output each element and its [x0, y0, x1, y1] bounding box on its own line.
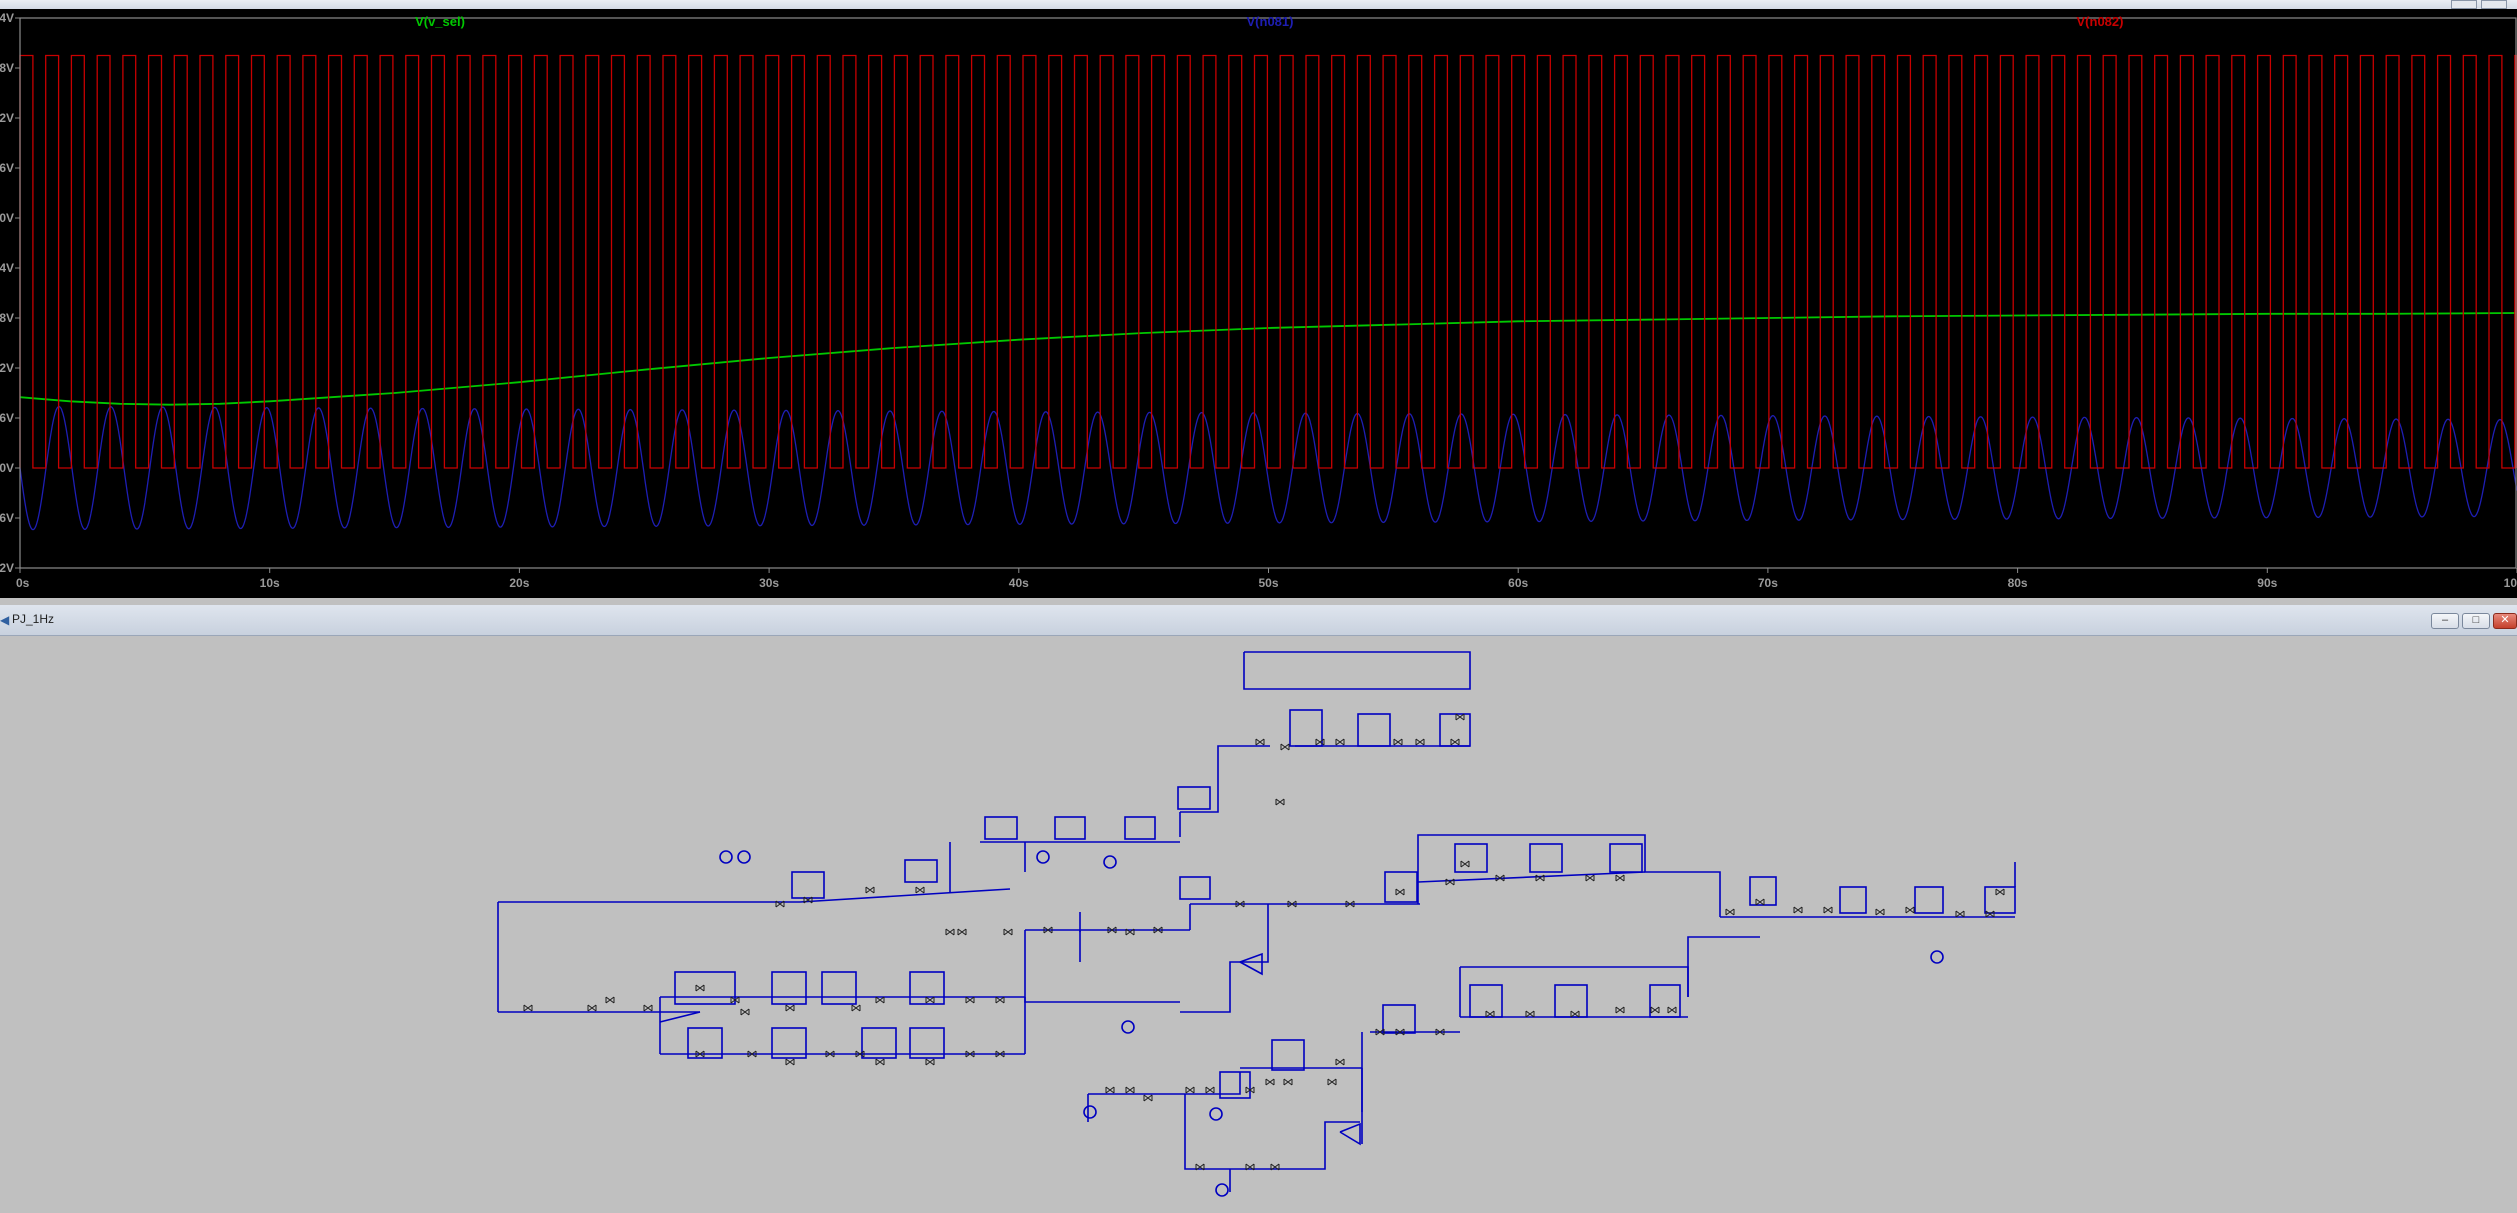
- component-glyph[interactable]: [945, 928, 955, 936]
- schematic-components: [523, 713, 2005, 1171]
- y-tick-label: 3.0V: [0, 211, 14, 225]
- component-glyph[interactable]: [865, 886, 875, 894]
- component-glyph[interactable]: [1460, 860, 1470, 868]
- legend-entry[interactable]: V(n081): [1247, 14, 1294, 29]
- component-glyph[interactable]: [925, 1058, 935, 1066]
- component-glyph[interactable]: [1280, 743, 1290, 751]
- component-glyph[interactable]: [695, 984, 705, 992]
- x-tick-label: 10s: [260, 576, 280, 590]
- component-glyph[interactable]: [1525, 1010, 1535, 1018]
- y-tick-label: -0.6V: [0, 511, 14, 525]
- schematic-title-bar[interactable]: ◀ PJ_1Hz – □ ✕: [0, 605, 2517, 636]
- component-glyph[interactable]: [875, 1058, 885, 1066]
- component-glyph[interactable]: [1255, 738, 1265, 746]
- x-tick-label: 20s: [509, 576, 529, 590]
- component-glyph[interactable]: [1875, 908, 1885, 916]
- component-glyph[interactable]: [523, 1004, 533, 1012]
- x-tick-label: 80s: [2008, 576, 2028, 590]
- component-glyph[interactable]: [1327, 1078, 1337, 1086]
- component-glyph[interactable]: [1755, 898, 1765, 906]
- component-glyph[interactable]: [1585, 874, 1595, 882]
- x-tick-label: 30s: [759, 576, 779, 590]
- y-tick-label: 1.2V: [0, 361, 14, 375]
- component-glyph[interactable]: [1205, 1086, 1215, 1094]
- component-glyph[interactable]: [925, 996, 935, 1004]
- component-glyph[interactable]: [1570, 1010, 1580, 1018]
- legend-entry[interactable]: V(v_sel): [415, 14, 465, 29]
- component-glyph[interactable]: [1905, 906, 1915, 914]
- component-glyph[interactable]: [587, 1004, 597, 1012]
- y-tick-label: 2.4V: [0, 261, 14, 275]
- component-glyph[interactable]: [1125, 1086, 1135, 1094]
- x-tick-label: 90s: [2257, 576, 2277, 590]
- y-tick-label: 0.0V: [0, 461, 14, 475]
- component-glyph[interactable]: [605, 996, 615, 1004]
- x-tick-label: 60s: [1508, 576, 1528, 590]
- component-glyph[interactable]: [1335, 1058, 1345, 1066]
- legend-entry[interactable]: V(n082): [2077, 14, 2124, 29]
- x-tick-label: 70s: [1758, 576, 1778, 590]
- plot-grid: [0, 9, 2517, 598]
- component-glyph[interactable]: [1105, 1086, 1115, 1094]
- component-glyph[interactable]: [1415, 738, 1425, 746]
- component-glyph[interactable]: [1823, 906, 1833, 914]
- component-glyph[interactable]: [1283, 1078, 1293, 1086]
- schematic-canvas[interactable]: [0, 637, 2517, 1213]
- plot-background: [0, 9, 2517, 598]
- window-menu-icon[interactable]: ◀: [0, 613, 9, 627]
- y-tick-label: 5.4V: [0, 11, 14, 25]
- component-glyph[interactable]: [1003, 928, 1013, 936]
- maximize-button[interactable]: □: [2462, 613, 2490, 629]
- component-glyph[interactable]: [1335, 738, 1345, 746]
- component-glyph[interactable]: [1995, 888, 2005, 896]
- x-tick-label: 40s: [1009, 576, 1029, 590]
- component-glyph[interactable]: [965, 996, 975, 1004]
- component-glyph[interactable]: [1725, 908, 1735, 916]
- component-glyph[interactable]: [1667, 1006, 1677, 1014]
- y-tick-label: -1.2V: [0, 561, 14, 575]
- component-glyph[interactable]: [875, 996, 885, 1004]
- x-tick-label: 50s: [1258, 576, 1278, 590]
- component-glyph[interactable]: [1393, 738, 1403, 746]
- close-button[interactable]: ✕: [2493, 613, 2517, 629]
- component-glyph[interactable]: [740, 1008, 750, 1016]
- component-glyph[interactable]: [1185, 1086, 1195, 1094]
- waveform-chart[interactable]: -1.2V -0.6V 0.0V 0.6V 1.2V 1.8V 2.4V 3.0V 3.6V 4.…: [0, 0, 2517, 598]
- component-glyph[interactable]: [1455, 713, 1465, 721]
- component-glyph[interactable]: [785, 1004, 795, 1012]
- schematic-window[interactable]: ◀ PJ_1Hz – □ ✕: [0, 605, 2517, 1213]
- component-glyph[interactable]: [1650, 1006, 1660, 1014]
- component-glyph[interactable]: [1275, 798, 1285, 806]
- y-tick-label: 1.8V: [0, 311, 14, 325]
- component-glyph[interactable]: [1955, 910, 1965, 918]
- y-tick-label: 4.2V: [0, 111, 14, 125]
- x-tick-label: 100s: [2504, 576, 2517, 590]
- component-glyph[interactable]: [1985, 910, 1995, 918]
- component-glyph[interactable]: [1143, 1094, 1153, 1102]
- waveform-plot-window[interactable]: -1.2V -0.6V 0.0V 0.6V 1.2V 1.8V 2.4V 3.0V 3.6V 4.…: [0, 0, 2517, 598]
- component-glyph[interactable]: [957, 928, 967, 936]
- y-tick-label: 3.6V: [0, 161, 14, 175]
- y-tick-label: 4.8V: [0, 61, 14, 75]
- component-glyph[interactable]: [1615, 1006, 1625, 1014]
- component-glyph[interactable]: [643, 1004, 653, 1012]
- component-glyph[interactable]: [915, 886, 925, 894]
- minimize-button[interactable]: –: [2431, 613, 2459, 629]
- component-glyph[interactable]: [851, 1004, 861, 1012]
- schematic-window-title: PJ_1Hz: [12, 612, 55, 626]
- component-glyph[interactable]: [785, 1058, 795, 1066]
- component-glyph[interactable]: [1485, 1010, 1495, 1018]
- component-glyph[interactable]: [1315, 738, 1325, 746]
- component-glyph[interactable]: [1450, 738, 1460, 746]
- component-glyph[interactable]: [1395, 888, 1405, 896]
- component-glyph[interactable]: [995, 996, 1005, 1004]
- x-tick-label: 0s: [16, 576, 30, 590]
- component-glyph[interactable]: [1793, 906, 1803, 914]
- component-glyph[interactable]: [1265, 1078, 1275, 1086]
- schematic-wires: [497, 651, 2016, 1197]
- y-tick-label: 0.6V: [0, 411, 14, 425]
- component-glyph[interactable]: [1615, 874, 1625, 882]
